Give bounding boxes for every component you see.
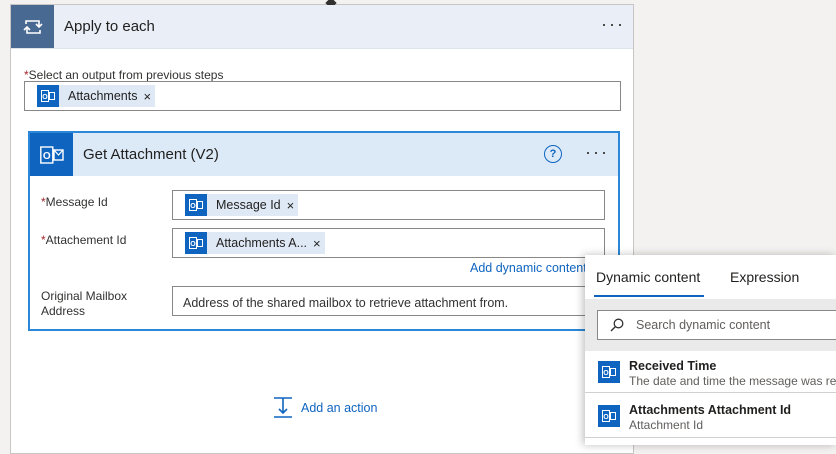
outlook-icon: O [30, 133, 73, 176]
add-dynamic-content-link[interactable]: Add dynamic content [470, 261, 587, 275]
attachment-id-input[interactable]: O Attachments A... × [172, 228, 605, 258]
outlook-icon: O [185, 232, 207, 254]
dynamic-item-title: Received Time [629, 359, 717, 373]
svg-text:O: O [603, 414, 609, 421]
message-id-token-remove-button[interactable]: × [287, 198, 299, 213]
active-tab-indicator [594, 295, 704, 297]
attachments-token[interactable]: O Attachments × [37, 85, 156, 107]
search-dynamic-content-input[interactable]: Search dynamic content [597, 310, 836, 340]
outlook-icon: O [185, 194, 207, 216]
svg-text:O: O [42, 94, 48, 101]
dynamic-item-description: The date and time the message was rece [629, 374, 836, 388]
message-id-input[interactable]: O Message Id × [172, 190, 605, 220]
dynamic-item-attachments-attachment-id[interactable]: O Attachments Attachment Id Attachment I… [585, 397, 836, 439]
get-attachment-more-button[interactable]: ··· [585, 143, 609, 161]
apply-to-each-card: Apply to each ··· *Select an output from… [10, 0, 634, 454]
dynamic-item-received-time[interactable]: O Received Time The date and time the me… [585, 353, 836, 395]
tab-dynamic-content[interactable]: Dynamic content [596, 269, 700, 285]
apply-to-each-title: Apply to each [64, 18, 155, 35]
search-placeholder: Search dynamic content [636, 318, 771, 332]
message-id-token-label: Message Id [216, 198, 281, 212]
mailbox-placeholder: Address of the shared mailbox to retriev… [183, 296, 509, 310]
dynamic-item-divider [585, 392, 836, 393]
mailbox-input[interactable]: Address of the shared mailbox to retriev… [172, 286, 605, 316]
svg-text:O: O [190, 203, 196, 210]
attachments-token-label: Attachments [68, 89, 138, 103]
dynamic-item-description: Attachment Id [629, 418, 704, 432]
select-output-input[interactable]: O Attachments × [24, 81, 621, 111]
attachment-id-token-label: Attachments A... [216, 236, 308, 250]
search-area: Search dynamic content [585, 299, 836, 351]
tab-expression[interactable]: Expression [730, 269, 799, 285]
message-id-label: *Message Id [41, 195, 108, 209]
svg-text:O: O [42, 151, 50, 162]
outlook-icon: O [37, 85, 59, 107]
add-action-label: Add an action [301, 401, 378, 415]
message-id-token[interactable]: O Message Id × [185, 194, 299, 216]
get-attachment-card: O Get Attachment (V2) ? ··· *Message Id … [28, 131, 620, 331]
search-icon [610, 318, 624, 332]
dynamic-item-divider [585, 437, 836, 438]
dynamic-item-title: Attachments Attachment Id [629, 403, 792, 417]
attachment-id-token-remove-button[interactable]: × [313, 236, 325, 251]
loop-icon [11, 5, 54, 48]
dynamic-content-panel: Dynamic content Expression Search dynami… [585, 255, 836, 445]
mailbox-label: Original Mailbox Address [41, 289, 128, 318]
outlook-icon: O [598, 405, 620, 427]
attachment-id-label: *Attachement Id [41, 233, 127, 247]
get-attachment-header[interactable]: O Get Attachment (V2) ? ··· [30, 133, 618, 176]
apply-to-each-more-button[interactable]: ··· [601, 15, 625, 33]
attachments-token-remove-button[interactable]: × [143, 89, 155, 104]
add-action-button[interactable]: Add an action [273, 397, 377, 419]
help-icon[interactable]: ? [544, 145, 562, 163]
outlook-icon: O [598, 361, 620, 383]
select-output-label: *Select an output from previous steps [24, 68, 224, 82]
get-attachment-title: Get Attachment (V2) [83, 146, 219, 163]
attachment-id-token[interactable]: O Attachments A... × [185, 232, 325, 254]
svg-text:O: O [603, 370, 609, 377]
svg-text:O: O [190, 241, 196, 248]
apply-to-each-header[interactable]: Apply to each ··· [11, 5, 633, 49]
add-action-icon [274, 397, 292, 418]
